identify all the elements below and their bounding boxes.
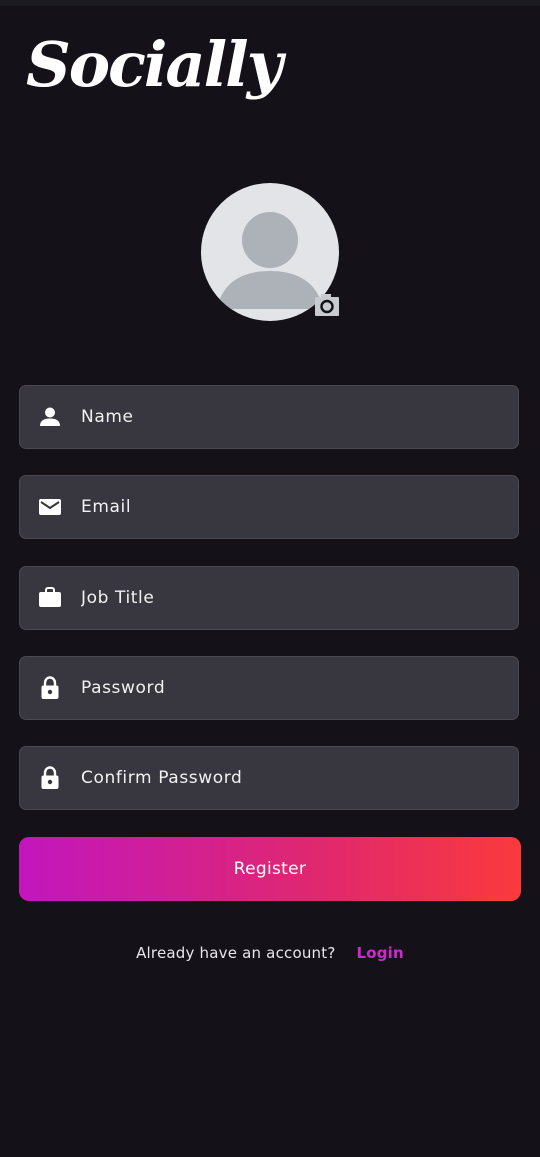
register-button[interactable]: Register bbox=[19, 837, 521, 901]
login-prompt-row: Already have an account? Login bbox=[0, 944, 540, 962]
login-prompt-text: Already have an account? bbox=[136, 944, 336, 962]
password-field[interactable] bbox=[19, 656, 519, 720]
person-icon bbox=[38, 405, 62, 429]
name-field[interactable] bbox=[19, 385, 519, 449]
status-bar bbox=[0, 0, 540, 6]
name-input[interactable] bbox=[81, 397, 481, 437]
job-title-field[interactable] bbox=[19, 566, 519, 630]
camera-icon bbox=[315, 294, 339, 316]
lock-icon bbox=[38, 766, 62, 790]
change-photo-button[interactable] bbox=[312, 289, 342, 319]
job-title-input[interactable] bbox=[81, 578, 481, 618]
app-logo: Socially bbox=[26, 28, 283, 101]
briefcase-icon bbox=[38, 586, 62, 610]
password-input[interactable] bbox=[81, 668, 481, 708]
confirm-password-field[interactable] bbox=[19, 746, 519, 810]
email-input[interactable] bbox=[81, 487, 481, 527]
confirm-password-input[interactable] bbox=[81, 758, 481, 798]
email-icon bbox=[38, 495, 62, 519]
lock-icon bbox=[38, 676, 62, 700]
login-link[interactable]: Login bbox=[356, 944, 403, 962]
email-field[interactable] bbox=[19, 475, 519, 539]
avatar-picker[interactable] bbox=[201, 183, 341, 323]
